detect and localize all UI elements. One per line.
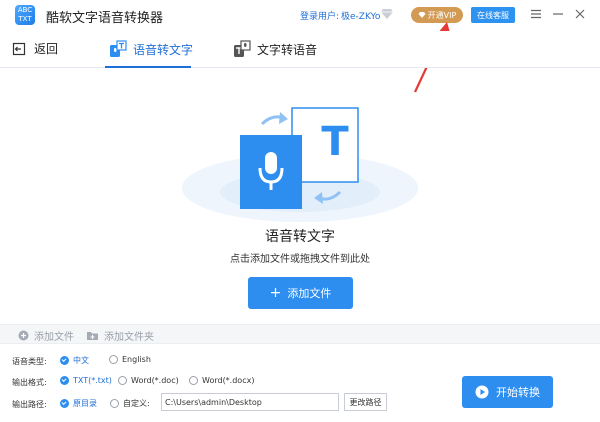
format-label: 输出格式: (12, 378, 47, 387)
path-option-custom-label: 自定义: (123, 399, 150, 408)
language-option-chinese[interactable]: 中文 (60, 355, 89, 366)
radio-checked-icon (60, 376, 69, 385)
app-title: 酷软文字语音转换器 (46, 11, 164, 26)
add-file-link[interactable]: 添加文件 (18, 328, 74, 343)
close-icon[interactable] (573, 7, 587, 21)
back-label: 返回 (34, 42, 59, 56)
path-option-original-label: 原目录 (73, 399, 97, 408)
radio-unchecked-icon (109, 355, 118, 364)
path-option-original[interactable]: 原目录 (60, 398, 97, 409)
online-service-button[interactable]: 在线客服 (471, 7, 515, 23)
diamond-icon (381, 9, 393, 19)
language-option-english-label: English (122, 355, 151, 364)
folder-icon (87, 332, 98, 340)
add-folder-link[interactable]: 添加文件夹 (86, 328, 154, 343)
format-option-docx[interactable]: Word(*.docx) (189, 376, 254, 385)
menu-icon[interactable] (529, 7, 543, 21)
radio-unchecked-icon (118, 376, 127, 385)
radio-checked-icon (60, 399, 69, 408)
path-option-custom[interactable]: 自定义: (110, 398, 150, 409)
add-file-button-label: 添加文件 (287, 287, 332, 300)
login-user-label: 登录用户: (300, 12, 340, 22)
output-path-label: 输出路径: (12, 400, 47, 409)
speech-to-text-illustration (182, 107, 418, 222)
drop-zone[interactable]: T 语音转文字 点击添加文件或拖拽文件到此处 + 添加文件 (0, 68, 600, 324)
add-file-link-label: 添加文件 (34, 332, 74, 343)
speech-to-text-icon (110, 40, 127, 57)
illustration-letter: T (321, 119, 349, 165)
format-option-doc[interactable]: Word(*.doc) (118, 376, 179, 385)
add-file-button[interactable]: + 添加文件 (248, 277, 353, 309)
language-row: 语音类型: 中文 English (0, 351, 600, 371)
minimize-icon[interactable] (551, 7, 565, 21)
language-label: 语音类型: (12, 357, 47, 366)
drop-zone-title: 语音转文字 (265, 229, 335, 245)
tab-text-to-speech[interactable]: 文字转语音 (233, 40, 317, 58)
tab-bar: 返回 语音转文字 文字转语音 (0, 31, 600, 68)
play-icon (475, 385, 489, 399)
language-option-chinese-label: 中文 (73, 356, 89, 365)
format-option-doc-label: Word(*.doc) (131, 376, 179, 385)
start-convert-button-label: 开始转换 (496, 386, 540, 399)
format-option-docx-label: Word(*.docx) (202, 376, 255, 385)
radio-unchecked-icon (110, 399, 119, 408)
add-folder-link-label: 添加文件夹 (104, 332, 154, 343)
file-toolbar: 添加文件 添加文件夹 (0, 324, 600, 344)
radio-checked-icon (60, 356, 69, 365)
start-convert-button[interactable]: 开始转换 (462, 376, 553, 408)
change-path-button[interactable]: 更改路径 (344, 393, 387, 411)
plus-icon: + (269, 285, 282, 301)
back-button[interactable]: 返回 (12, 40, 58, 57)
title-bar: ABC TXT 酷软文字语音转换器 登录用户: 极e-ZKYo 开通VIP 在线… (0, 0, 600, 31)
username[interactable]: 极e-ZKYo (341, 9, 380, 22)
back-icon (12, 42, 26, 55)
language-option-english[interactable]: English (109, 355, 151, 364)
format-option-txt-label: TXT(*.txt) (73, 376, 112, 385)
radio-unchecked-icon (189, 376, 198, 385)
output-path-input[interactable] (161, 393, 339, 411)
drop-zone-subtitle: 点击添加文件或拖拽文件到此处 (230, 254, 370, 265)
tab-speech-to-text-label: 语音转文字 (133, 42, 194, 57)
add-circle-icon (18, 330, 29, 341)
tab-speech-to-text[interactable]: 语音转文字 (109, 40, 193, 58)
text-to-speech-icon (234, 40, 251, 57)
app-logo-icon: ABC TXT (15, 5, 35, 25)
tab-text-to-speech-label: 文字转语音 (257, 42, 318, 57)
format-option-txt[interactable]: TXT(*.txt) (60, 376, 112, 385)
